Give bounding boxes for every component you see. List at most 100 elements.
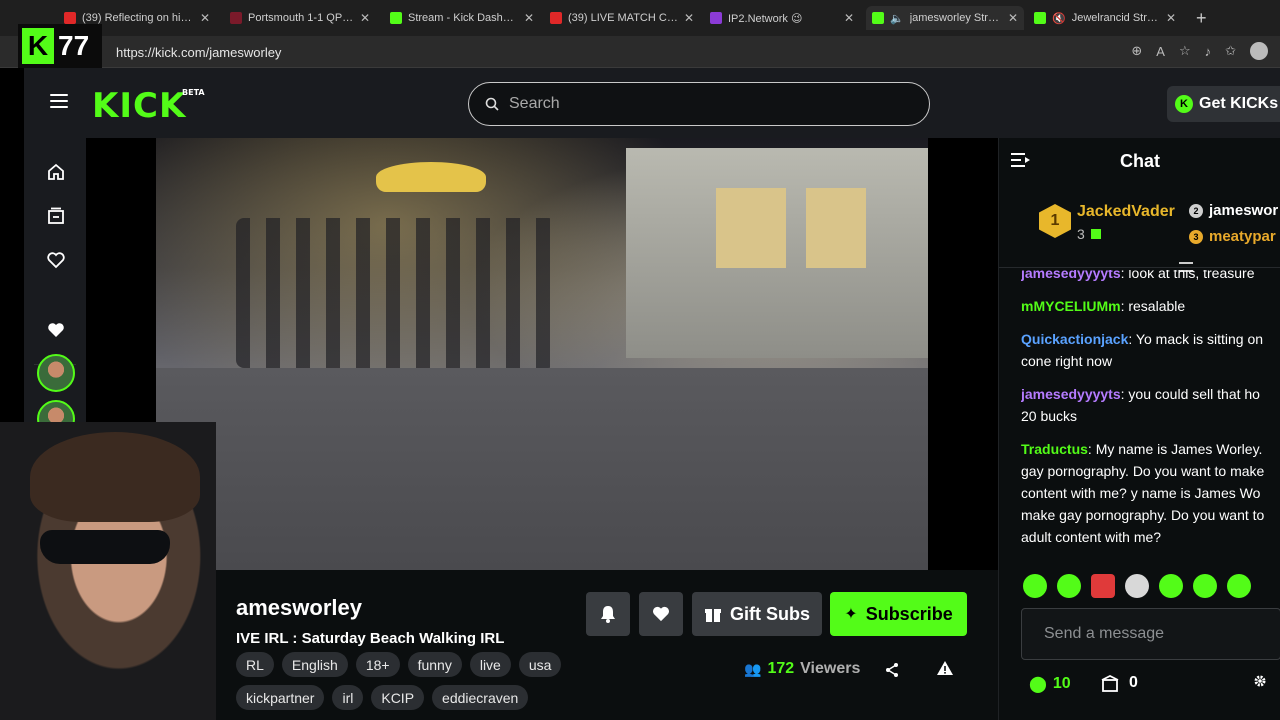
search-bar[interactable] bbox=[468, 82, 930, 126]
chat-text: look at this, treasure bbox=[1128, 270, 1255, 281]
tag[interactable]: eddiecraven bbox=[432, 685, 529, 710]
kick-icon bbox=[1034, 12, 1046, 24]
chat-input-box[interactable] bbox=[1021, 608, 1280, 660]
tag[interactable]: live bbox=[469, 652, 511, 677]
tag[interactable]: usa bbox=[518, 652, 562, 677]
stream-title: IVE IRL : Saturday Beach Walking IRL bbox=[236, 630, 505, 647]
chat-message: mMYCELIUMm: resalable bbox=[1021, 298, 1186, 314]
drops-value: 0 bbox=[1129, 674, 1138, 691]
kick-icon bbox=[390, 12, 402, 24]
get-kicks-button[interactable]: K Get KICKs bbox=[1167, 86, 1280, 122]
get-kicks-label: Get KICKs bbox=[1199, 95, 1279, 112]
tab-title: IP2.Network 😉 bbox=[728, 12, 803, 25]
emote-icon[interactable] bbox=[1227, 574, 1251, 598]
tag[interactable]: RL bbox=[236, 652, 274, 677]
close-icon[interactable]: ✕ bbox=[684, 11, 694, 25]
favorites-icon[interactable]: ✩ bbox=[1225, 43, 1236, 59]
speaker-icon[interactable]: 🔈 bbox=[890, 12, 904, 25]
scene-umbrella bbox=[376, 162, 486, 192]
chat-text: gay pornography. Do you want to make bbox=[1021, 463, 1265, 479]
read-aloud-icon[interactable]: A bbox=[1156, 44, 1165, 59]
video-player[interactable] bbox=[86, 138, 998, 570]
browser-tab[interactable]: IP2.Network 😉 ✕ bbox=[704, 6, 860, 30]
close-icon[interactable]: ✕ bbox=[1008, 11, 1018, 25]
favorite-star-icon[interactable]: ☆ bbox=[1179, 43, 1191, 59]
follow-button[interactable] bbox=[639, 592, 683, 636]
chat-username[interactable]: mMYCELIUMm bbox=[1021, 298, 1121, 314]
chat-username[interactable]: Quickactionjack bbox=[1021, 331, 1128, 347]
emote-icon[interactable] bbox=[1057, 574, 1081, 598]
viewers-icon: 👥 bbox=[744, 660, 762, 677]
viewer-count: 👥 172 Viewers bbox=[744, 660, 860, 678]
close-icon[interactable]: ✕ bbox=[524, 11, 534, 25]
profile-avatar[interactable] bbox=[1250, 42, 1268, 60]
drops-counter[interactable]: 0 bbox=[1101, 674, 1138, 692]
browser-tab-active[interactable]: 🔈 jamesworley Stream ✕ bbox=[866, 6, 1024, 30]
chat-username[interactable]: Traductus bbox=[1021, 441, 1088, 457]
browser-tab[interactable]: 🔇 Jewelrancid Stream ✕ bbox=[1028, 6, 1182, 30]
browser-tab[interactable]: Stream - Kick Dashboar ✕ bbox=[384, 6, 540, 30]
tag[interactable]: funny bbox=[407, 652, 462, 677]
heart-icon bbox=[653, 606, 669, 622]
viewers-number: 172 bbox=[767, 660, 795, 677]
leader-name[interactable]: JackedVader bbox=[1077, 203, 1175, 221]
new-tab-button[interactable]: + bbox=[1196, 8, 1207, 29]
zoom-icon[interactable]: ⊕ bbox=[1131, 43, 1142, 59]
points-icon: ⬤ bbox=[1029, 676, 1047, 693]
chat-input[interactable] bbox=[1044, 625, 1274, 643]
gear-icon[interactable] bbox=[1253, 674, 1267, 693]
stream-overlay-counter: K 77 bbox=[18, 24, 102, 68]
gift-subs-button[interactable]: Gift Subs bbox=[692, 592, 822, 636]
channel-name[interactable]: amesworley bbox=[236, 595, 362, 621]
close-icon[interactable]: ✕ bbox=[844, 11, 854, 25]
followed-channel-avatar[interactable] bbox=[37, 354, 75, 392]
kick-icon bbox=[872, 12, 884, 24]
tag[interactable]: English bbox=[281, 652, 348, 677]
kick-logo[interactable]: KICK BETA bbox=[92, 86, 205, 126]
mute-icon[interactable]: 🔇 bbox=[1052, 12, 1066, 25]
leader-name[interactable]: jameswor bbox=[1209, 202, 1278, 219]
tag[interactable]: irl bbox=[332, 685, 364, 710]
emote-icon[interactable] bbox=[1193, 574, 1217, 598]
emote-icon[interactable] bbox=[1091, 574, 1115, 598]
browser-tab[interactable]: (39) LIVE MATCH COMM ✕ bbox=[544, 6, 700, 30]
chat-username[interactable]: jamesedyyyyts bbox=[1021, 270, 1121, 281]
tag-list: RL English 18+ funny live usa bbox=[236, 652, 562, 677]
report-warning-icon[interactable] bbox=[936, 660, 954, 681]
home-icon[interactable] bbox=[44, 160, 68, 184]
beta-label: BETA bbox=[182, 88, 205, 97]
browse-icon[interactable] bbox=[44, 204, 68, 228]
video-frame[interactable] bbox=[156, 138, 928, 570]
browser-tab[interactable]: Portsmouth 1-1 QPR | C ✕ bbox=[224, 6, 376, 30]
notification-bell-button[interactable] bbox=[586, 592, 630, 636]
chat-username[interactable]: jamesedyyyyts bbox=[1021, 386, 1121, 402]
chat-message: jamesedyyyyts: you could sell that ho 20… bbox=[1021, 386, 1260, 424]
emote-icon[interactable] bbox=[1159, 574, 1183, 598]
overlay-count: 77 bbox=[58, 30, 90, 61]
url-field[interactable]: https://kick.com/jamesworley bbox=[116, 45, 281, 60]
chat-text: adult content with me? bbox=[1021, 529, 1162, 545]
tag[interactable]: 18+ bbox=[355, 652, 400, 677]
drops-icon bbox=[1101, 674, 1119, 692]
scene-window bbox=[806, 188, 866, 268]
search-input[interactable] bbox=[509, 95, 889, 113]
emote-icon[interactable] bbox=[1125, 574, 1149, 598]
close-icon[interactable]: ✕ bbox=[1166, 11, 1176, 25]
close-icon[interactable]: ✕ bbox=[360, 11, 370, 25]
kicks-coin-icon: K bbox=[1175, 95, 1193, 113]
following-heart-icon[interactable] bbox=[44, 248, 68, 272]
subscribe-button[interactable]: ✦ Subscribe bbox=[830, 592, 967, 636]
tag[interactable]: kickpartner bbox=[236, 685, 325, 710]
tag[interactable]: KCIP bbox=[371, 685, 425, 710]
close-icon[interactable]: ✕ bbox=[200, 11, 210, 25]
leader-name[interactable]: meatypar bbox=[1209, 228, 1276, 245]
webcam-sunglasses bbox=[40, 530, 170, 564]
chat-text: you could sell that ho bbox=[1128, 386, 1260, 402]
emote-icon[interactable] bbox=[1023, 574, 1047, 598]
kick-badge-icon: K bbox=[22, 28, 54, 64]
tab-title: (39) Reflecting on his fi bbox=[82, 12, 194, 24]
extensions-icon[interactable]: ♪ bbox=[1205, 44, 1212, 59]
channel-points[interactable]: ⬤ 10 bbox=[1029, 674, 1071, 694]
menu-icon[interactable] bbox=[50, 94, 68, 108]
share-icon[interactable] bbox=[884, 662, 900, 683]
